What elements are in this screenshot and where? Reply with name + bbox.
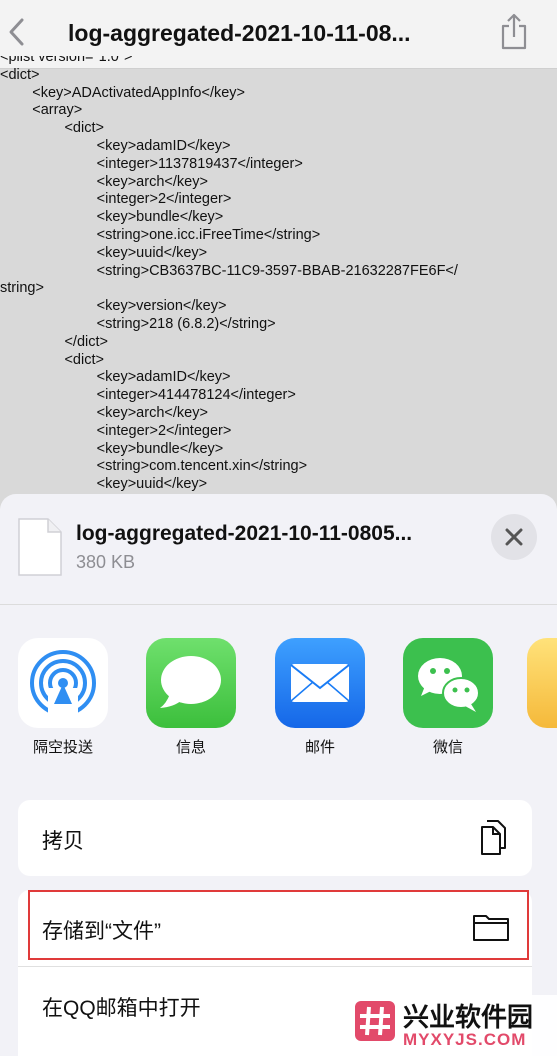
- document-line: <key>ADActivatedAppInfo</key>: [0, 84, 246, 101]
- document-line: <key>adamID</key>: [0, 369, 231, 386]
- wechat-icon: [403, 638, 493, 728]
- document-line: <plist version="1.0">: [0, 56, 133, 65]
- share-sheet: log-aggregated-2021-10-11-0805... 380 KB: [0, 494, 557, 1056]
- document-line: <string>218 (6.8.2)</string>: [0, 315, 276, 332]
- watermark-logo-icon: [355, 1001, 395, 1041]
- action-group-copy: 拷贝: [18, 800, 532, 876]
- document-line: <dict>: [0, 120, 104, 137]
- document-line: <key>uuid</key>: [0, 476, 208, 493]
- sheet-header: log-aggregated-2021-10-11-0805... 380 KB: [0, 494, 557, 605]
- document-line: <integer>2</integer>: [0, 191, 232, 208]
- mail-icon: [275, 638, 365, 728]
- document-line: <array>: [0, 102, 83, 119]
- action-label: 拷贝: [42, 830, 84, 853]
- app-airdrop[interactable]: 隔空投送: [13, 638, 113, 757]
- document-line: <key>version</key>: [0, 298, 227, 315]
- weibo-icon: [527, 638, 557, 728]
- document-line: <dict>: [0, 351, 104, 368]
- document-line: <key>bundle</key>: [0, 440, 224, 457]
- app-messages[interactable]: 信息: [141, 638, 241, 757]
- document-line: <key>arch</key>: [0, 173, 208, 190]
- document-line: </dict>: [0, 333, 108, 350]
- app-mail[interactable]: 邮件: [270, 638, 370, 757]
- file-name: log-aggregated-2021-10-11-0805...: [76, 522, 413, 545]
- document-icon: [18, 518, 62, 576]
- app-label: 微信: [432, 739, 463, 756]
- close-button[interactable]: [491, 514, 537, 560]
- app-weibo-partial[interactable]: [527, 638, 557, 728]
- app-label: 邮件: [304, 739, 335, 756]
- close-icon: [505, 528, 523, 546]
- file-size: 380 KB: [76, 552, 136, 572]
- app-label: 隔空投送: [32, 739, 93, 756]
- document-line: string>: [0, 280, 44, 297]
- messages-icon: [146, 638, 236, 728]
- document-line: <dict>: [0, 66, 40, 83]
- copy-icon: [481, 820, 506, 855]
- back-button[interactable]: [2, 14, 32, 50]
- airdrop-icon: [18, 638, 108, 728]
- highlight-box: [28, 890, 529, 960]
- share-button[interactable]: [498, 12, 530, 52]
- document-line: <key>uuid</key>: [0, 244, 208, 261]
- document-line: <integer>2</integer>: [0, 422, 232, 439]
- document-line: <integer>414478124</integer>: [0, 387, 296, 404]
- app-label: 信息: [175, 739, 206, 756]
- document-line: <key>bundle</key>: [0, 209, 224, 226]
- chevron-left-icon: [9, 18, 24, 46]
- app-share-row: 隔空投送 信息 邮件 微信: [0, 638, 557, 758]
- document-line: <integer>1137819437</integer>: [0, 155, 303, 172]
- action-label: 在QQ邮箱中打开: [42, 997, 201, 1020]
- document-line: <string>CB3637BC-11C9-3597-BBAB-21632287…: [0, 262, 458, 279]
- app-wechat[interactable]: 微信: [398, 638, 498, 757]
- page-title: log-aggregated-2021-10-11-08...: [68, 20, 411, 46]
- document-line: <string>com.tencent.xin</string>: [0, 458, 308, 475]
- document-line: <string>one.icc.iFreeTime</string>: [0, 226, 321, 243]
- document-line: <key>adamID</key>: [0, 137, 231, 154]
- document-content[interactable]: <plist version="1.0"> <dict> <key>ADActiv…: [0, 56, 557, 496]
- watermark-title: 兴业软件园: [403, 1002, 534, 1032]
- document-line: <key>arch</key>: [0, 404, 208, 421]
- copy-action[interactable]: 拷贝: [18, 800, 532, 876]
- share-icon: [501, 13, 527, 50]
- watermark-subtitle: MYXYJS.COM: [403, 1030, 527, 1049]
- watermark: 兴业软件园 MYXYJS.COM: [345, 995, 557, 1056]
